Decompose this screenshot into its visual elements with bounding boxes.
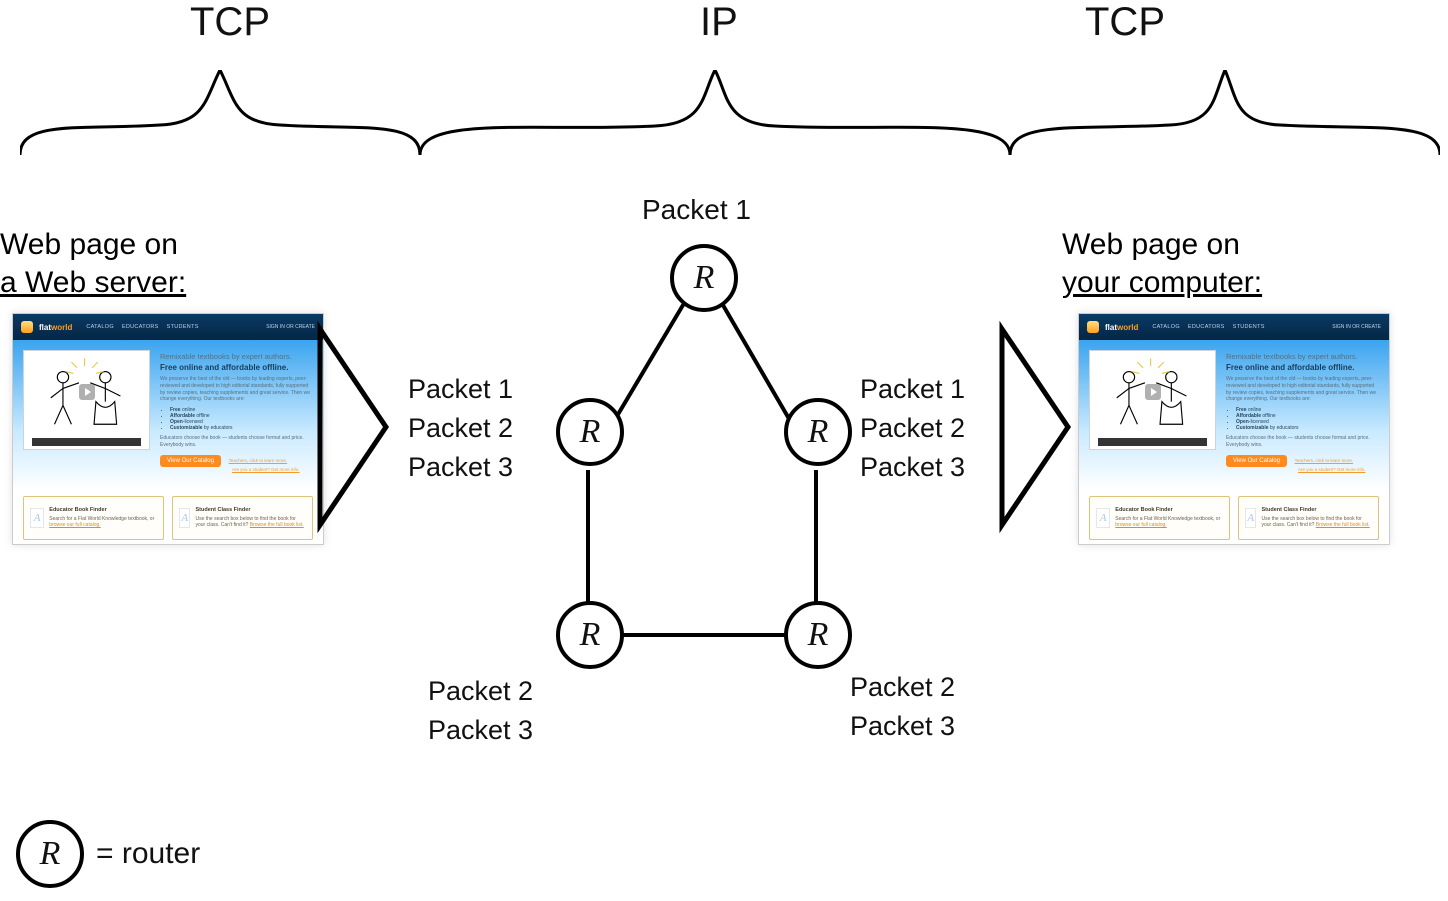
book-icon: A xyxy=(179,508,190,528)
packets-out: Packet 1 Packet 2 Packet 3 xyxy=(408,370,513,487)
router-top: R xyxy=(670,244,738,312)
hero-bullets: Free onlineAffordable offlineOpen-licens… xyxy=(1236,407,1379,431)
cta-link-1: Teachers, click to learn more. xyxy=(229,458,288,463)
caption-source-line1: Web page on xyxy=(0,228,178,261)
play-icon xyxy=(79,384,95,400)
router-right: R xyxy=(784,398,852,466)
brace-left xyxy=(20,70,420,155)
hero-body-2: Educators choose the book — students cho… xyxy=(160,435,313,449)
webpage-client: flatworld CATALOGEDUCATORSSTUDENTS SIGN … xyxy=(1078,313,1390,545)
hero-bullets: Free onlineAffordable offlineOpen-licens… xyxy=(170,407,313,431)
brace-right xyxy=(1010,70,1440,155)
signin-text: SIGN IN OR CREATE xyxy=(1332,324,1381,330)
play-icon xyxy=(1145,384,1161,400)
caption-dest: Web page on your computer: xyxy=(1062,226,1262,301)
hero-headline: Free online and affordable offline. xyxy=(160,363,313,372)
hero-body: We preserve the best of the old — books … xyxy=(1226,376,1379,403)
hero-body: We preserve the best of the old — books … xyxy=(160,376,313,403)
router-bottom-left: R xyxy=(556,601,624,669)
cta-link-2: Are you a student? Get more info. xyxy=(1298,467,1366,472)
finder-educator: A Educator Book FinderSearch for a Flat … xyxy=(1089,496,1230,540)
finder-educator: A Educator Book FinderSearch for a Flat … xyxy=(23,496,164,540)
hero-body-2: Educators choose the book — students cho… xyxy=(1226,435,1379,449)
book-icon: A xyxy=(30,508,44,528)
packets-bottom-right: Packet 2 Packet 3 xyxy=(850,668,955,746)
book-icon: A xyxy=(1096,508,1110,528)
hero-video xyxy=(23,350,150,450)
logo-icon xyxy=(21,321,33,333)
finder-student: A Student Class FinderUse the search box… xyxy=(172,496,313,540)
arrow-icon-left xyxy=(318,327,388,527)
router-left: R xyxy=(556,398,624,466)
brace-center xyxy=(420,70,1010,155)
top-nav: CATALOGEDUCATORSSTUDENTS xyxy=(86,324,198,330)
arrow-icon-right xyxy=(1000,327,1070,527)
brand: flatworld xyxy=(39,323,72,332)
packet-top: Packet 1 xyxy=(642,190,751,231)
legend-text: = router xyxy=(96,837,200,871)
webpage-server: flatworld CATALOGEDUCATORSSTUDENTS SIGN … xyxy=(12,313,324,545)
caption-dest-line2: your computer: xyxy=(1062,266,1262,299)
packets-bottom-left: Packet 2 Packet 3 xyxy=(428,672,533,750)
cta-button: View Our Catalog xyxy=(1226,455,1287,467)
router-legend-icon: R xyxy=(16,820,84,888)
brand: flatworld xyxy=(1105,323,1138,332)
cta-link-2: Are you a student? Get more info. xyxy=(232,467,300,472)
caption-source-line2: a Web server: xyxy=(0,266,186,299)
router-bottom-right: R xyxy=(784,601,852,669)
hero-subhead: Remixable textbooks by expert authors. xyxy=(1226,352,1379,361)
top-nav: CATALOGEDUCATORSSTUDENTS xyxy=(1152,324,1264,330)
caption-source: Web page on a Web server: xyxy=(0,226,186,301)
finder-student: A Student Class FinderUse the search box… xyxy=(1238,496,1379,540)
signin-text: SIGN IN OR CREATE xyxy=(266,324,315,330)
book-icon: A xyxy=(1245,508,1256,528)
caption-dest-line1: Web page on xyxy=(1062,228,1240,261)
cta-button: View Our Catalog xyxy=(160,455,221,467)
legend: R = router xyxy=(16,820,200,888)
hero-video xyxy=(1089,350,1216,450)
packets-in: Packet 1 Packet 2 Packet 3 xyxy=(860,370,965,487)
section-label-ip: IP xyxy=(700,0,738,45)
section-label-tcp-right: TCP xyxy=(1085,0,1165,45)
section-label-tcp-left: TCP xyxy=(190,0,270,45)
hero-subhead: Remixable textbooks by expert authors. xyxy=(160,352,313,361)
logo-icon xyxy=(1087,321,1099,333)
cta-link-1: Teachers, click to learn more. xyxy=(1295,458,1354,463)
hero-headline: Free online and affordable offline. xyxy=(1226,363,1379,372)
